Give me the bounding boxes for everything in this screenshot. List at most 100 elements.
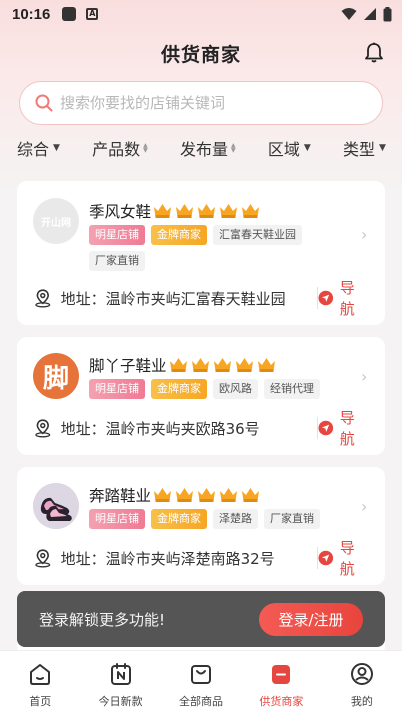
address-label: 地址： xyxy=(60,289,106,308)
filter-label: 类型 xyxy=(343,140,376,159)
tab-label: 首页 xyxy=(29,695,52,708)
filter-bar: 综合 ▼ 产品数 ▲ ▼ 发布量 ▲ ▼ 区域 ▼ 类型 ▼ xyxy=(0,134,402,162)
filter-product-count[interactable]: 产品数 ▲ ▼ xyxy=(92,136,148,160)
tab-label: 我的 xyxy=(350,695,373,708)
shop-tags: 明星店铺 金牌商家 泽楚路 厂家直销 xyxy=(89,509,351,529)
login-prompt-toast: 登录解锁更多功能! 登录/注册 xyxy=(17,591,385,647)
filter-publish-count[interactable]: 发布量 ▲ ▼ xyxy=(180,136,236,160)
navigate-button[interactable]: 导航 xyxy=(318,537,369,579)
tag-star-shop: 明星店铺 xyxy=(89,509,145,529)
tag-gold-merchant: 金牌商家 xyxy=(151,225,207,245)
tag-business-type: 经销代理 xyxy=(264,379,320,399)
search-icon xyxy=(35,94,53,112)
bottom-nav: 首页 今日新款 全部商品 供货商家 我的 xyxy=(0,650,402,716)
tab-suppliers[interactable]: 供货商家 xyxy=(241,651,321,716)
bell-icon[interactable] xyxy=(362,41,386,65)
filter-type[interactable]: 类型 ▼ xyxy=(343,136,386,160)
crown-icon xyxy=(213,358,231,372)
chevron-right-icon: › xyxy=(361,225,368,244)
address-row: 地址： 温岭市夹屿夹欧路36号 导航 xyxy=(33,409,369,448)
shop-avatar xyxy=(33,483,79,529)
shop-card[interactable]: 脚 脚丫子鞋业 明星店铺 金牌商家 欧风路 经销代理 › 地址： 温岭市夹屿夹欧… xyxy=(17,337,385,455)
navigate-button[interactable]: 导航 xyxy=(318,407,369,449)
page-title: 供货商家 xyxy=(160,43,241,66)
crown-icon xyxy=(191,358,209,372)
shop-card[interactable]: 开山网 季风女鞋 明星店铺 金牌商家 汇富春天鞋业园 厂家直销 › 地址： 温岭… xyxy=(17,181,385,325)
tag-star-shop: 明星店铺 xyxy=(89,225,145,245)
tab-new-today[interactable]: 今日新款 xyxy=(80,651,160,716)
address-label: 地址： xyxy=(60,419,106,438)
navigate-label: 导航 xyxy=(339,279,355,318)
shop-tags: 明星店铺 金牌商家 欧风路 经销代理 xyxy=(89,379,351,399)
crown-icon xyxy=(176,204,194,218)
crown-icon xyxy=(198,488,216,502)
app-header: 供货商家 xyxy=(0,30,402,76)
shop-avatar: 脚 xyxy=(33,353,79,399)
crown-icon xyxy=(242,204,260,218)
caret-down-icon: ▼ xyxy=(303,143,311,153)
address-text: 温岭市夹屿汇富春天鞋业园 xyxy=(105,289,286,308)
address-text: 温岭市夹屿泽楚南路32号 xyxy=(105,549,275,568)
crown-icon xyxy=(154,204,172,218)
shop-avatar-text: 脚 xyxy=(42,363,69,394)
filter-region[interactable]: 区域 ▼ xyxy=(268,136,311,160)
login-prompt-text: 登录解锁更多功能! xyxy=(39,610,166,629)
navigation-arrow-icon xyxy=(318,420,334,436)
navigation-arrow-icon xyxy=(318,290,334,306)
navigation-arrow-icon xyxy=(318,550,334,566)
crown-icon xyxy=(176,488,194,502)
sort-icon: ▲ ▼ xyxy=(231,142,236,154)
shop-avatar-text: 开山网 xyxy=(41,217,71,229)
address-row: 地址： 温岭市夹屿泽楚南路32号 导航 xyxy=(33,539,369,578)
filter-comprehensive[interactable]: 综合 ▼ xyxy=(17,136,60,160)
signal-icon xyxy=(364,8,376,20)
crown-icon xyxy=(257,358,275,372)
shop-card[interactable]: 奔踏鞋业 明星店铺 金牌商家 泽楚路 厂家直销 › 地址： 温岭市夹屿泽楚南路3… xyxy=(17,467,385,585)
location-pin-icon xyxy=(35,419,51,438)
tab-home[interactable]: 首页 xyxy=(0,651,80,716)
search-bar[interactable] xyxy=(19,81,383,125)
battery-icon xyxy=(383,6,392,21)
navigate-label: 导航 xyxy=(339,539,355,578)
location-pin-icon xyxy=(35,289,51,308)
calendar-new-icon xyxy=(110,663,131,685)
crown-icon xyxy=(198,204,216,218)
shop-name: 奔踏鞋业 xyxy=(89,487,152,505)
tag-location: 汇富春天鞋业园 xyxy=(213,225,302,245)
tag-location: 泽楚路 xyxy=(213,509,258,529)
wifi-icon xyxy=(341,8,357,20)
tag-gold-merchant: 金牌商家 xyxy=(151,509,207,529)
crown-rating xyxy=(153,203,260,219)
filter-label: 产品数 xyxy=(92,140,141,159)
tab-profile[interactable]: 我的 xyxy=(322,651,402,716)
filter-label: 综合 xyxy=(17,140,50,159)
navigate-button[interactable]: 导航 xyxy=(318,277,369,319)
search-input[interactable] xyxy=(60,94,382,112)
login-register-button[interactable]: 登录/注册 xyxy=(259,603,363,636)
shop-name-row: 奔踏鞋业 xyxy=(89,484,260,506)
shop-name-row: 脚丫子鞋业 xyxy=(89,354,276,376)
tag-gold-merchant: 金牌商家 xyxy=(151,379,207,399)
shop-tags: 明星店铺 金牌商家 汇富春天鞋业园 厂家直销 xyxy=(89,225,351,271)
caret-down-icon: ▼ xyxy=(53,143,60,153)
status-bar: 10:16 A xyxy=(0,0,402,28)
app-notification-icon: A xyxy=(86,8,99,20)
shopping-bag-icon xyxy=(191,665,212,684)
tag-business-type: 厂家直销 xyxy=(264,509,320,529)
navigate-label: 导航 xyxy=(339,409,355,448)
address-row: 地址： 温岭市夹屿汇富春天鞋业园 导航 xyxy=(33,279,369,318)
tag-star-shop: 明星店铺 xyxy=(89,379,145,399)
sort-icon: ▲ ▼ xyxy=(143,142,148,154)
crown-rating xyxy=(169,357,276,373)
shop-avatar: 开山网 xyxy=(33,198,79,244)
home-icon xyxy=(30,664,51,685)
tab-label: 今日新款 xyxy=(98,695,143,708)
notification-icon xyxy=(62,7,77,21)
tag-business-type: 厂家直销 xyxy=(89,251,145,271)
crown-icon xyxy=(220,204,238,218)
chevron-right-icon: › xyxy=(361,497,368,516)
filter-label: 区域 xyxy=(267,140,300,159)
tab-label: 全部商品 xyxy=(179,695,224,708)
tag-location: 欧风路 xyxy=(213,379,258,399)
tab-all-products[interactable]: 全部商品 xyxy=(161,651,241,716)
